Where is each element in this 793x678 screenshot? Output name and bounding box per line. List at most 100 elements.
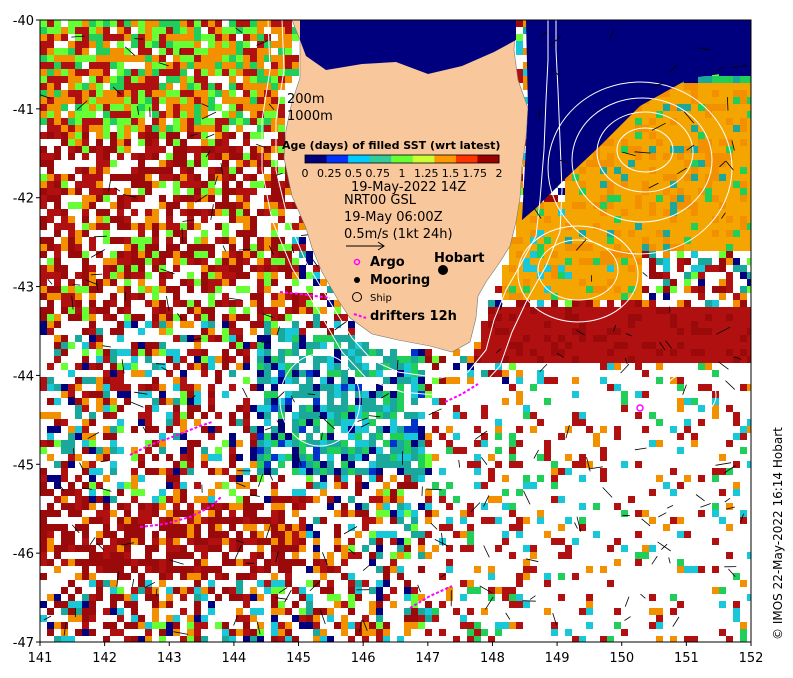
sst-age-pixel — [222, 503, 229, 510]
sst-age-pixel — [222, 251, 229, 258]
sst-age-pixel — [376, 566, 383, 573]
sst-age-pixel — [138, 258, 145, 265]
sst-age-pixel — [47, 559, 54, 566]
sst-age-pixel — [362, 482, 369, 489]
sst-age-pixel — [166, 622, 173, 629]
sst-age-pixel — [208, 601, 215, 608]
sst-age-pixel — [355, 629, 362, 636]
sst-age-pixel — [201, 538, 208, 545]
sst-age-pixel — [383, 489, 390, 496]
sst-age-pixel — [306, 482, 313, 489]
sst-age-pixel — [516, 426, 523, 433]
sst-age-pixel — [509, 601, 516, 608]
sst-age-pixel — [145, 622, 152, 629]
sst-age-pixel — [229, 314, 236, 321]
sst-age-pixel — [243, 496, 250, 503]
sst-age-pixel — [649, 160, 656, 167]
sst-age-pixel — [180, 321, 187, 328]
sst-age-pixel — [481, 356, 488, 363]
sst-age-pixel — [502, 370, 509, 377]
sst-age-pixel — [89, 377, 96, 384]
sst-age-pixel — [516, 237, 523, 244]
sst-age-pixel — [145, 412, 152, 419]
sst-age-pixel — [187, 454, 194, 461]
sst-age-pixel — [103, 559, 110, 566]
sst-age-pixel — [649, 517, 656, 524]
sst-age-pixel — [229, 447, 236, 454]
sst-age-pixel — [173, 104, 180, 111]
sst-age-pixel — [551, 300, 558, 307]
sst-age-pixel — [166, 566, 173, 573]
sst-age-pixel — [82, 223, 89, 230]
sst-age-pixel — [691, 566, 698, 573]
sst-age-pixel — [131, 489, 138, 496]
sst-age-pixel — [390, 587, 397, 594]
sst-age-pixel — [607, 363, 614, 370]
sst-age-pixel — [264, 111, 271, 118]
sst-age-pixel — [327, 594, 334, 601]
sst-age-pixel — [229, 265, 236, 272]
sst-age-pixel — [544, 580, 551, 587]
sst-age-pixel — [89, 391, 96, 398]
sst-age-pixel — [285, 314, 292, 321]
sst-age-pixel — [229, 83, 236, 90]
sst-age-pixel — [166, 370, 173, 377]
sst-age-pixel — [565, 209, 572, 216]
sst-age-pixel — [390, 349, 397, 356]
sst-age-pixel — [390, 566, 397, 573]
sst-age-pixel — [607, 153, 614, 160]
sst-age-pixel — [299, 468, 306, 475]
sst-age-pixel — [649, 356, 656, 363]
sst-age-pixel — [740, 132, 747, 139]
sst-age-pixel — [103, 517, 110, 524]
sst-age-pixel — [397, 566, 404, 573]
sst-age-pixel — [264, 370, 271, 377]
sst-age-pixel — [54, 244, 61, 251]
sst-age-pixel — [40, 517, 47, 524]
sst-age-pixel — [40, 524, 47, 531]
sst-age-pixel — [173, 146, 180, 153]
sst-age-pixel — [103, 384, 110, 391]
sst-age-pixel — [481, 335, 488, 342]
sst-age-pixel — [215, 573, 222, 580]
sst-age-pixel — [621, 202, 628, 209]
sst-age-pixel — [131, 370, 138, 377]
sst-age-pixel — [124, 531, 131, 538]
sst-age-pixel — [628, 202, 635, 209]
sst-age-pixel — [138, 55, 145, 62]
sst-age-pixel — [117, 55, 124, 62]
sst-age-pixel — [698, 181, 705, 188]
sst-age-pixel — [523, 573, 530, 580]
sst-age-pixel — [159, 468, 166, 475]
sst-age-pixel — [509, 258, 516, 265]
sst-age-pixel — [75, 55, 82, 62]
sst-age-pixel — [586, 258, 593, 265]
sst-age-pixel — [600, 153, 607, 160]
sst-age-pixel — [243, 426, 250, 433]
sst-age-pixel — [551, 286, 558, 293]
sst-age-pixel — [61, 223, 68, 230]
sst-age-pixel — [68, 482, 75, 489]
sst-age-pixel — [271, 454, 278, 461]
sst-age-pixel — [397, 384, 404, 391]
sst-age-pixel — [544, 356, 551, 363]
sst-age-pixel — [82, 132, 89, 139]
sst-age-pixel — [61, 125, 68, 132]
sst-age-pixel — [572, 195, 579, 202]
sst-age-pixel — [320, 433, 327, 440]
sst-age-pixel — [166, 132, 173, 139]
sst-age-pixel — [89, 335, 96, 342]
sst-age-pixel — [250, 251, 257, 258]
sst-age-pixel — [40, 314, 47, 321]
sst-age-pixel — [614, 202, 621, 209]
sst-age-pixel — [530, 349, 537, 356]
sst-age-pixel — [110, 608, 117, 615]
sst-age-pixel — [103, 300, 110, 307]
sst-age-pixel — [159, 629, 166, 636]
sst-age-pixel — [544, 342, 551, 349]
sst-age-pixel — [411, 363, 418, 370]
sst-age-pixel — [68, 398, 75, 405]
sst-age-pixel — [516, 223, 523, 230]
sst-age-pixel — [187, 216, 194, 223]
sst-age-pixel — [733, 237, 740, 244]
